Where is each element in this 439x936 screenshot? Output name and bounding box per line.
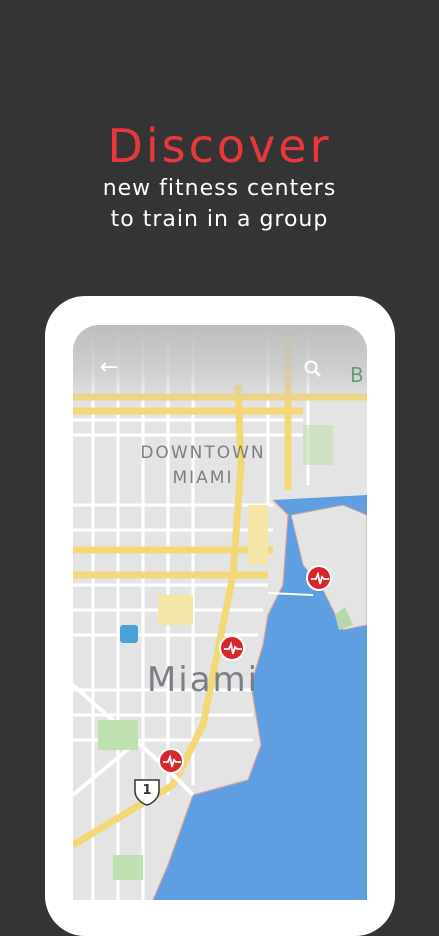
- headline: Discover: [107, 119, 332, 173]
- fitness-pin-icon[interactable]: [306, 565, 332, 591]
- search-icon[interactable]: [301, 357, 325, 381]
- route-shield: 1: [131, 777, 163, 807]
- subtitle-line-2: to train in a group: [110, 207, 329, 232]
- fitness-pin-icon[interactable]: [158, 748, 184, 774]
- map-screen[interactable]: ← DOWNTOWN MIAMI Miami B 1: [73, 325, 367, 900]
- map-canvas[interactable]: [73, 325, 367, 900]
- district-label-line-2: MIAMI: [172, 468, 234, 488]
- poi-label: B: [350, 363, 364, 387]
- subtitle-line-1: new fitness centers: [102, 176, 337, 201]
- fitness-pin-icon[interactable]: [219, 635, 245, 661]
- transit-icon: [120, 625, 138, 643]
- district-label-line-1: DOWNTOWN: [140, 443, 266, 463]
- route-shield-number: 1: [142, 783, 152, 798]
- back-arrow-icon[interactable]: ←: [95, 357, 123, 379]
- city-label: Miami: [146, 660, 260, 700]
